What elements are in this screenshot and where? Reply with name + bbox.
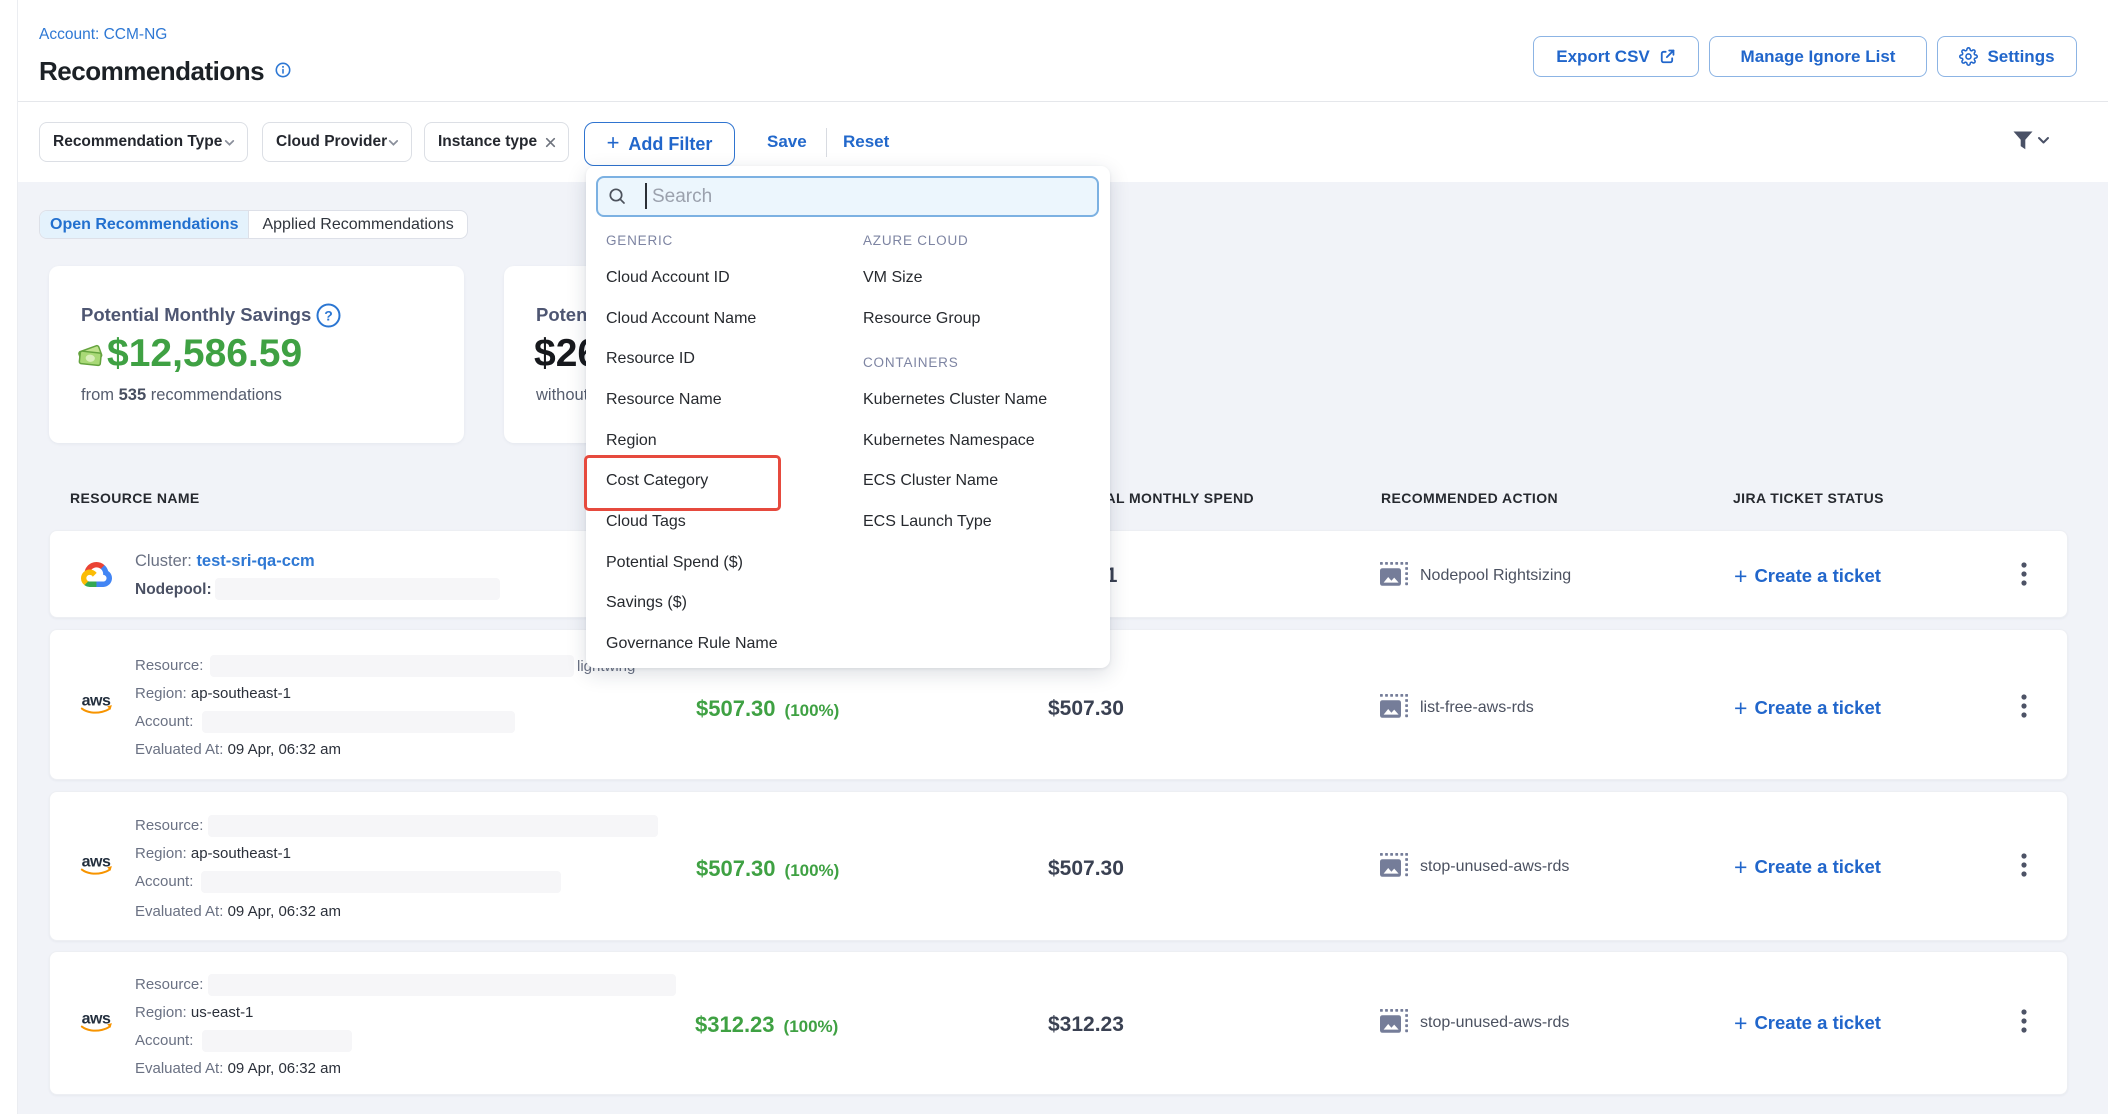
svg-text:?: ? <box>324 308 333 324</box>
svg-text:aws: aws <box>82 854 111 871</box>
svg-text:aws: aws <box>82 1011 111 1028</box>
svg-text:aws: aws <box>82 693 111 710</box>
